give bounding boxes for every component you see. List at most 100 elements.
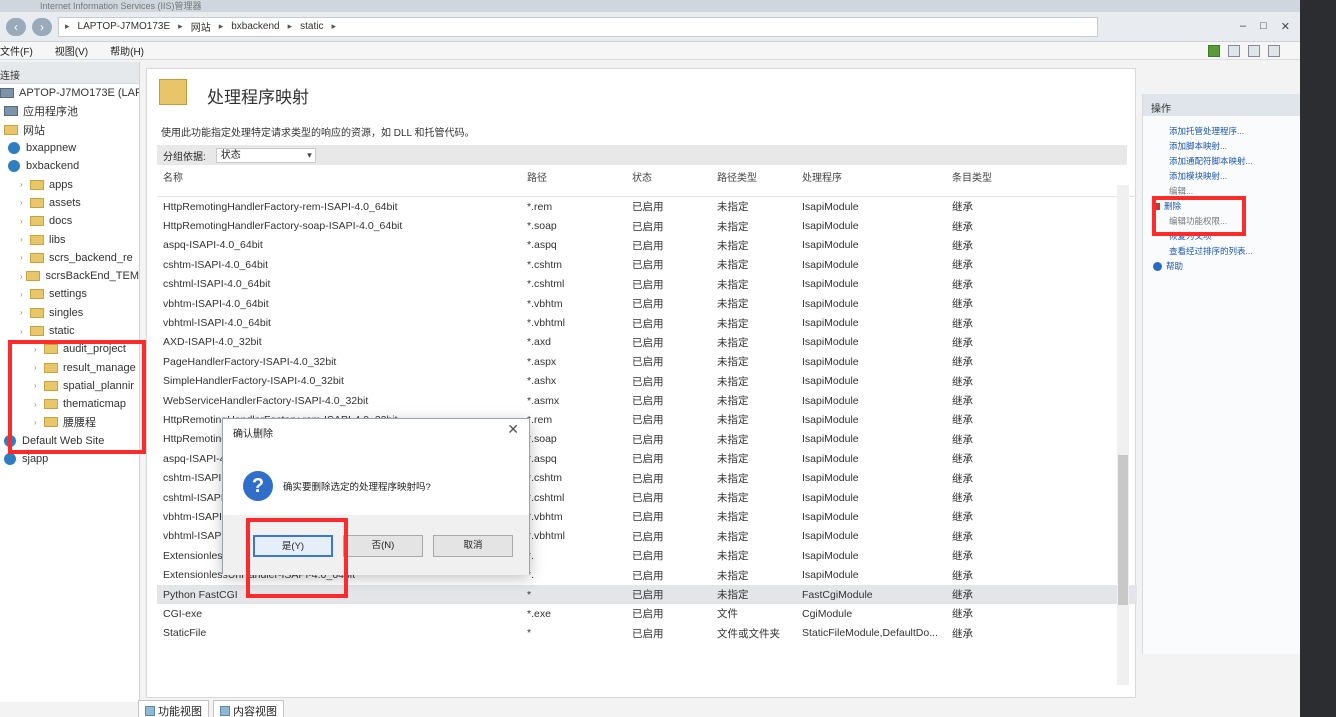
feature-view: 处理程序映射 使用此功能指定处理特定请求类型的响应的资源，如 DLL 和托管代码…	[146, 68, 1137, 698]
maximize-icon[interactable]: □	[1260, 20, 1267, 33]
tree-item[interactable]: › static	[0, 322, 139, 340]
cancel-button[interactable]: 取消	[433, 535, 513, 557]
tree-item[interactable]: › apps	[0, 175, 139, 193]
cell-state: 已启用	[632, 356, 664, 369]
forward-icon[interactable]: ›	[32, 17, 52, 36]
table-row[interactable]: AXD-ISAPI-4.0_32bit *.axd 已启用 未指定 IsapiModul…	[157, 333, 1137, 352]
group-by-select[interactable]: 状态	[215, 147, 316, 163]
table-row[interactable]: vbhtm-ISAPI-4.0_64bit *.vbhtm 已启用 未指定 IsapiM…	[157, 294, 1137, 313]
cell-name: cshtm-ISAPI-4.0_64bit	[163, 258, 269, 271]
tab-content-view[interactable]: 内容视图	[213, 700, 284, 717]
cell-state: 已启用	[632, 569, 664, 582]
back-icon[interactable]: ‹	[6, 17, 26, 36]
tree-item-label: static	[49, 325, 75, 337]
cell-handler: IsapiModule	[802, 394, 859, 407]
column-entry-type[interactable]: 条目类型	[952, 169, 1032, 184]
menu-file[interactable]: 文件(F)	[0, 43, 33, 58]
expand-arrow-icon[interactable]: ›	[20, 327, 30, 336]
menu-help[interactable]: 帮助(H)	[110, 43, 144, 58]
folder-icon	[30, 179, 44, 190]
expand-arrow-icon[interactable]: ›	[20, 217, 30, 226]
table-row[interactable]: HttpRemotingHandlerFactory-soap-ISAPI-4.…	[157, 216, 1137, 235]
annotation-box-static-folder	[8, 340, 146, 454]
table-row[interactable]: cshtml-ISAPI-4.0_64bit *.cshtml 已启用 未指定 Isap…	[157, 275, 1137, 294]
table-row[interactable]: cshtm-ISAPI-4.0_64bit *.cshtm 已启用 未指定 IsapiM…	[157, 255, 1137, 274]
table-row[interactable]: SimpleHandlerFactory-ISAPI-4.0_32bit *.as…	[157, 372, 1137, 391]
table-scrollbar[interactable]	[1117, 185, 1129, 685]
cell-handler: IsapiModule	[802, 239, 859, 252]
expand-arrow-icon[interactable]: ›	[20, 253, 30, 262]
tree-item[interactable]: › assets	[0, 194, 139, 212]
address-breadcrumb[interactable]: ▸ LAPTOP-J7MO173E ▸ 网站 ▸ bxbackend ▸ sta…	[58, 16, 1098, 37]
expand-arrow-icon[interactable]: ›	[20, 235, 30, 244]
expand-arrow-icon[interactable]: ›	[20, 198, 30, 207]
column-path[interactable]: 路径	[527, 169, 632, 184]
action-add-script-map[interactable]: 添加脚本映射...	[1143, 139, 1300, 154]
cell-handler: IsapiModule	[802, 491, 859, 504]
tree-item[interactable]: › scrs_backend_re	[0, 249, 139, 267]
tree-item[interactable]: bxbackend	[0, 157, 139, 175]
breadcrumb-sites[interactable]: 网站	[191, 19, 211, 34]
tree-item[interactable]: › docs	[0, 212, 139, 230]
tree-item[interactable]: › scrsBackEnd_TEM	[0, 267, 139, 285]
cell-path: *.rem	[527, 200, 553, 213]
action-help[interactable]: 帮助	[1143, 259, 1300, 274]
no-button[interactable]: 否(N)	[343, 535, 423, 557]
tree-item[interactable]: bxappnew	[0, 139, 139, 157]
menu-view[interactable]: 视图(V)	[55, 43, 88, 58]
table-row[interactable]: CGI-exe *.exe 已启用 文件 CgiModule 继承	[157, 604, 1137, 623]
table-row[interactable]: aspq-ISAPI-4.0_64bit *.aspq 已启用 未指定 IsapiMod…	[157, 236, 1137, 255]
tree-item[interactable]: 应用程序池	[0, 102, 139, 120]
breadcrumb-site[interactable]: bxbackend	[231, 21, 279, 32]
cell-path-type: 未指定	[717, 589, 749, 601]
stop-icon[interactable]	[1228, 44, 1240, 57]
cell-entry-type: 继承	[952, 259, 973, 272]
tree-item[interactable]: › libs	[0, 230, 139, 248]
cell-path: *.soap	[527, 433, 557, 446]
expand-arrow-icon[interactable]: ›	[20, 290, 30, 299]
action-add-module-mapping[interactable]: 添加模块映射...	[1143, 169, 1300, 184]
column-state[interactable]: 状态	[632, 169, 717, 184]
action-add-managed-handler[interactable]: 添加托管处理程序...	[1143, 124, 1300, 139]
table-row[interactable]: WebServiceHandlerFactory-ISAPI-4.0_32bit…	[157, 391, 1137, 410]
cell-state: 已启用	[632, 336, 664, 349]
close-icon[interactable]: ✕	[1281, 20, 1290, 33]
cell-entry-type: 继承	[952, 453, 973, 466]
tree-item[interactable]: › singles	[0, 304, 139, 322]
action-add-wildcard-script-map[interactable]: 添加通配符脚本映射...	[1143, 154, 1300, 169]
cell-path-type: 文件或文件夹	[717, 627, 780, 640]
tab-features-view[interactable]: 功能视图	[138, 700, 209, 717]
tree-item[interactable]: APTOP-J7MO173E (LAPTO	[0, 84, 139, 102]
expand-arrow-icon[interactable]: ›	[20, 180, 30, 189]
table-row[interactable]: PageHandlerFactory-ISAPI-4.0_32bit *.aspx…	[157, 352, 1137, 371]
cell-path: *.cshtm	[527, 472, 563, 485]
column-name[interactable]: 名称	[157, 169, 527, 184]
cell-state: 已启用	[632, 375, 664, 388]
scrollbar-thumb[interactable]	[1118, 455, 1128, 605]
cell-handler: IsapiModule	[802, 336, 859, 349]
column-path-type[interactable]: 路径类型	[717, 169, 802, 184]
table-row[interactable]: vbhtml-ISAPI-4.0_64bit *.vbhtml 已启用 未指定 Isap…	[157, 313, 1137, 332]
tree-item[interactable]: › settings	[0, 285, 139, 303]
help-icon[interactable]	[1268, 44, 1280, 57]
column-handler[interactable]: 处理程序	[802, 169, 952, 184]
tree-item[interactable]: 网站	[0, 121, 139, 139]
table-row[interactable]: StaticFile * 已启用 文件或文件夹 StaticFileModule,Def…	[157, 624, 1137, 643]
table-row[interactable]: HttpRemotingHandlerFactory-rem-ISAPI-4.0…	[157, 197, 1137, 216]
action-view-ordered-list[interactable]: 查看经过排序的列表...	[1143, 244, 1300, 259]
breadcrumb-folder[interactable]: static	[300, 21, 323, 32]
folder-icon	[30, 252, 44, 263]
minimize-icon[interactable]: –	[1240, 20, 1246, 33]
sites-icon[interactable]	[1248, 44, 1260, 57]
cell-entry-type: 继承	[952, 569, 973, 582]
breadcrumb-arrow-icon: ▸	[287, 21, 293, 31]
connect-icon[interactable]	[1208, 44, 1220, 57]
cell-entry-type: 继承	[952, 298, 973, 311]
cell-entry-type: 继承	[952, 433, 973, 446]
action-help-label: 帮助	[1166, 261, 1184, 271]
dialog-close-icon[interactable]: ✕	[507, 421, 519, 438]
cell-entry-type: 继承	[952, 608, 973, 621]
expand-arrow-icon[interactable]: ›	[20, 308, 30, 317]
breadcrumb-server[interactable]: LAPTOP-J7MO173E	[78, 21, 171, 32]
cell-path-type: 未指定	[717, 511, 749, 524]
